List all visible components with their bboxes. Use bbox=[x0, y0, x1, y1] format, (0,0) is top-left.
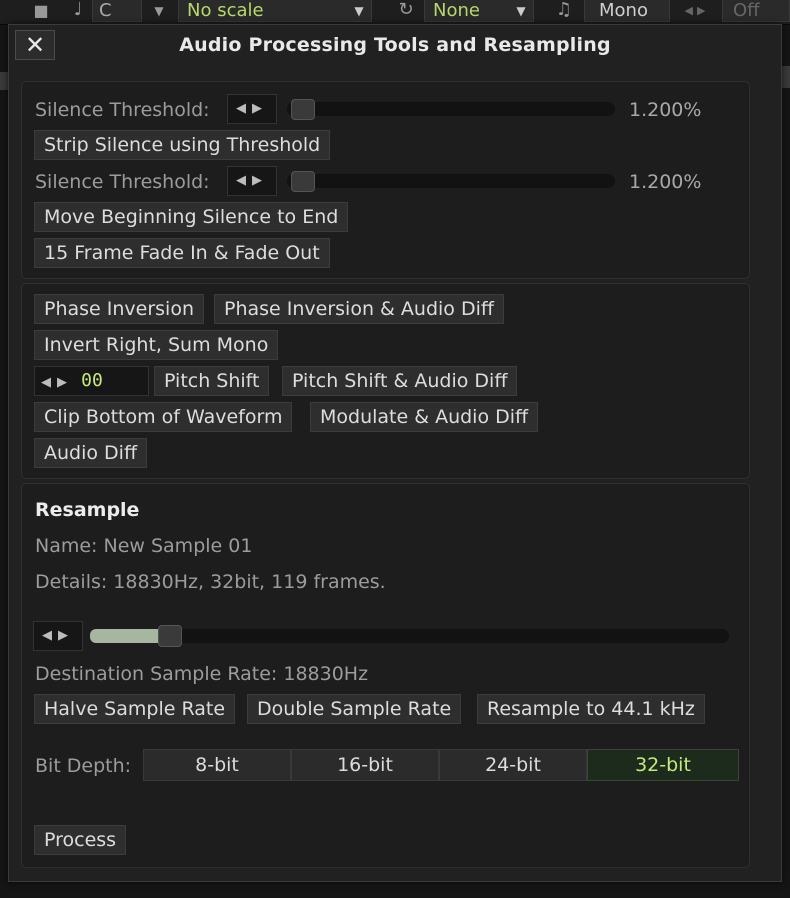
dropdown-arrow-icon[interactable]: ▼ bbox=[348, 0, 370, 22]
loop-icon[interactable]: ↻ bbox=[394, 0, 418, 22]
modulate-diff-button[interactable]: Modulate & Audio Diff bbox=[310, 402, 539, 432]
left-right-arrows-icon[interactable]: ◀▶ bbox=[680, 0, 714, 22]
process-button[interactable]: Process bbox=[34, 825, 127, 855]
sample-rate-thumb[interactable] bbox=[157, 625, 182, 647]
phase-inversion-button[interactable]: Phase Inversion bbox=[34, 294, 205, 324]
pitch-shift-diff-button[interactable]: Pitch Shift & Audio Diff bbox=[282, 366, 518, 396]
silence-threshold-value-2: 1.200% bbox=[629, 171, 702, 193]
clip-bottom-button[interactable]: Clip Bottom of Waveform bbox=[34, 402, 293, 432]
left-right-arrows-icon[interactable]: ◀▶ bbox=[227, 94, 277, 124]
left-right-arrows-icon[interactable]: ◀▶ bbox=[41, 375, 73, 390]
bit-depth-8[interactable]: 8-bit bbox=[143, 749, 291, 781]
resample-44-button[interactable]: Resample to 44.1 kHz bbox=[477, 694, 705, 724]
destination-rate: Destination Sample Rate: 18830Hz bbox=[35, 663, 369, 685]
background-edge-left bbox=[0, 72, 8, 90]
silence-threshold-label: Silence Threshold: bbox=[35, 99, 210, 121]
silence-threshold-value: 1.200% bbox=[629, 99, 702, 121]
key-select[interactable]: C bbox=[92, 0, 142, 22]
effects-panel: Phase Inversion Phase Inversion & Audio … bbox=[21, 283, 750, 479]
sample-name: Name: New Sample 01 bbox=[35, 535, 253, 557]
fade-button[interactable]: 15 Frame Fade In & Fade Out bbox=[34, 238, 330, 268]
left-right-arrows-icon[interactable]: ◀▶ bbox=[227, 166, 277, 196]
silence-threshold-thumb[interactable] bbox=[290, 99, 315, 120]
toggle-select[interactable]: Off bbox=[722, 0, 790, 22]
note-icon: ♩ bbox=[73, 0, 83, 20]
silence-threshold-label: Silence Threshold: bbox=[35, 171, 210, 193]
scale-value: No scale bbox=[187, 0, 264, 21]
pitch-value: 00 bbox=[81, 370, 103, 391]
halve-rate-button[interactable]: Halve Sample Rate bbox=[34, 694, 236, 724]
dropdown-arrow-icon[interactable]: ▼ bbox=[148, 0, 170, 22]
sample-details: Details: 18830Hz, 32bit, 119 frames. bbox=[35, 571, 386, 593]
left-right-arrows-icon[interactable]: ◀▶ bbox=[33, 621, 83, 651]
dropdown-arrow-icon[interactable]: ▼ bbox=[510, 0, 532, 22]
pitch-stepper[interactable]: ◀▶ 00 bbox=[34, 366, 149, 396]
audio-diff-button[interactable]: Audio Diff bbox=[34, 438, 148, 468]
invert-right-button[interactable]: Invert Right, Sum Mono bbox=[34, 330, 279, 360]
toggle-value: Off bbox=[733, 0, 760, 21]
double-rate-button[interactable]: Double Sample Rate bbox=[247, 694, 462, 724]
bit-depth-32[interactable]: 32-bit bbox=[587, 749, 739, 781]
app-toolbar: ■ ♩ C ▼ No scale ▼ ↻ None ▼ ♫ Mono ◀▶ Of… bbox=[0, 0, 790, 25]
mode-value: Mono bbox=[599, 0, 648, 21]
resample-panel: Resample Name: New Sample 01 Details: 18… bbox=[21, 483, 750, 868]
phase-inversion-diff-button[interactable]: Phase Inversion & Audio Diff bbox=[214, 294, 504, 324]
background-edge-right bbox=[782, 66, 790, 88]
note-icon: ♫ bbox=[555, 0, 573, 20]
bit-depth-16[interactable]: 16-bit bbox=[291, 749, 439, 781]
save-icon[interactable]: ■ bbox=[28, 0, 54, 22]
bit-depth-label: Bit Depth: bbox=[35, 755, 132, 777]
key-value: C bbox=[99, 0, 112, 21]
silence-threshold-slider-2[interactable] bbox=[287, 174, 615, 188]
scale-select[interactable]: No scale bbox=[178, 0, 372, 22]
sample-rate-slider[interactable] bbox=[90, 629, 729, 643]
mode-select[interactable]: Mono bbox=[584, 0, 670, 22]
silence-panel: Silence Threshold: ◀▶ 1.200% Strip Silen… bbox=[21, 81, 750, 279]
silence-threshold-thumb-2[interactable] bbox=[290, 171, 315, 192]
strip-silence-button[interactable]: Strip Silence using Threshold bbox=[34, 130, 331, 160]
pitch-shift-button[interactable]: Pitch Shift bbox=[154, 366, 270, 396]
bit-depth-24[interactable]: 24-bit bbox=[439, 749, 587, 781]
audio-tools-dialog: ✕ Audio Processing Tools and Resampling … bbox=[8, 24, 782, 882]
resample-heading: Resample bbox=[35, 499, 140, 521]
dialog-title: Audio Processing Tools and Resampling bbox=[179, 34, 611, 56]
silence-threshold-slider[interactable] bbox=[287, 102, 615, 116]
move-silence-button[interactable]: Move Beginning Silence to End bbox=[34, 202, 349, 232]
chord-value: None bbox=[433, 0, 480, 21]
